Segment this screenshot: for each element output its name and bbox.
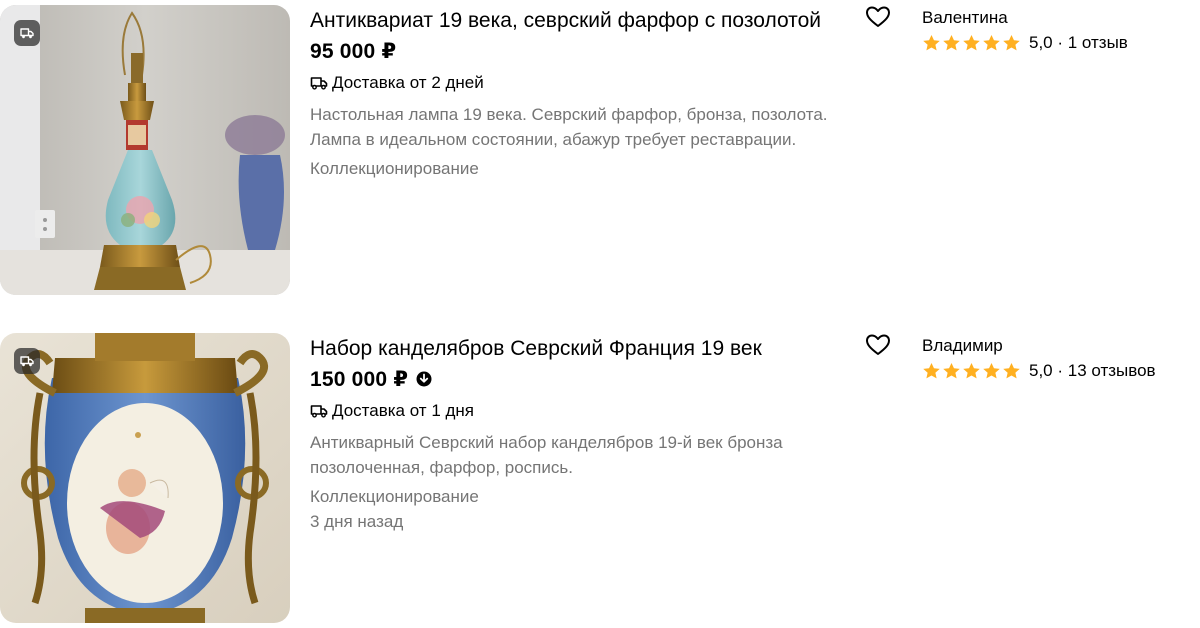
reviews-link[interactable]: 13 отзывов [1068, 361, 1156, 380]
rating-value: 5,0 · 1 отзыв [1029, 33, 1128, 53]
rating-value: 5,0 · 13 отзывов [1029, 361, 1156, 381]
star-icon [943, 362, 960, 379]
price-row: 150 000 ₽ [310, 365, 870, 393]
rating-stars [922, 362, 1021, 380]
listing-info: Набор канделябров Севрский Франция 19 ве… [310, 333, 870, 534]
star-icon [983, 34, 1000, 51]
delivery-badge [14, 20, 40, 46]
rating-score: 5,0 [1029, 33, 1053, 52]
delivery-text: Доставка от 2 дней [332, 73, 484, 92]
delivery-truck-icon [20, 27, 34, 38]
star-icon [923, 34, 940, 51]
star-icon [963, 34, 980, 51]
favorite-button[interactable] [864, 5, 892, 29]
search-results: Антиквариат 19 века, севрский фарфор с п… [0, 0, 1200, 628]
candelabra-photo [0, 333, 290, 623]
seller-info: Валентина 5,0 · 1 отзыв [922, 7, 1192, 55]
listing-title[interactable]: Антиквариат 19 века, севрский фарфор с п… [310, 7, 870, 34]
delivery-info: Доставка от 1 дня [310, 400, 870, 422]
lamp-photo [0, 5, 290, 295]
delivery-info: Доставка от 2 дней [310, 72, 870, 94]
listing-price: 95 000 ₽ [310, 39, 397, 63]
listing-card[interactable]: Набор канделябров Севрский Франция 19 ве… [0, 333, 1200, 623]
listing-card[interactable]: Антиквариат 19 века, севрский фарфор с п… [0, 5, 1200, 295]
delivery-truck-icon [310, 76, 328, 90]
price-row: 95 000 ₽ [310, 37, 870, 65]
seller-info: Владимир 5,0 · 13 отзывов [922, 335, 1192, 383]
seller-name[interactable]: Владимир [922, 335, 1192, 357]
star-icon [1003, 34, 1020, 51]
rating-separator: · [1052, 361, 1068, 380]
listing-description: Антикварный Севрский набор канделябров 1… [310, 433, 783, 477]
rating-separator: · [1052, 33, 1068, 52]
seller-rating: 5,0 · 13 отзывов [922, 359, 1192, 383]
listing-category: Коллекционирование [310, 159, 479, 178]
favorite-button[interactable] [864, 333, 892, 357]
heart-icon [866, 334, 890, 355]
star-icon [923, 362, 940, 379]
star-icon [943, 34, 960, 51]
delivery-badge [14, 348, 40, 374]
star-icon [1003, 362, 1020, 379]
price-down-icon[interactable] [416, 371, 432, 387]
delivery-truck-icon [310, 404, 328, 418]
listing-photo[interactable] [0, 333, 290, 623]
seller-name[interactable]: Валентина [922, 7, 1192, 29]
listing-description: Настольная лампа 19 века. Севрский фарфо… [310, 105, 828, 149]
delivery-truck-icon [20, 355, 34, 366]
rating-stars [922, 34, 1021, 52]
listing-price: 150 000 ₽ [310, 367, 409, 391]
listing-photo[interactable] [0, 5, 290, 295]
listing-category: Коллекционирование [310, 487, 479, 506]
rating-score: 5,0 [1029, 361, 1053, 380]
delivery-text: Доставка от 1 дня [332, 401, 475, 420]
heart-icon [866, 6, 890, 27]
reviews-link[interactable]: 1 отзыв [1068, 33, 1128, 52]
listing-posted-date: 3 дня назад [310, 512, 404, 531]
star-icon [963, 362, 980, 379]
listing-info: Антиквариат 19 века, севрский фарфор с п… [310, 5, 870, 181]
seller-rating: 5,0 · 1 отзыв [922, 31, 1192, 55]
star-icon [983, 362, 1000, 379]
listing-title[interactable]: Набор канделябров Севрский Франция 19 ве… [310, 335, 870, 362]
